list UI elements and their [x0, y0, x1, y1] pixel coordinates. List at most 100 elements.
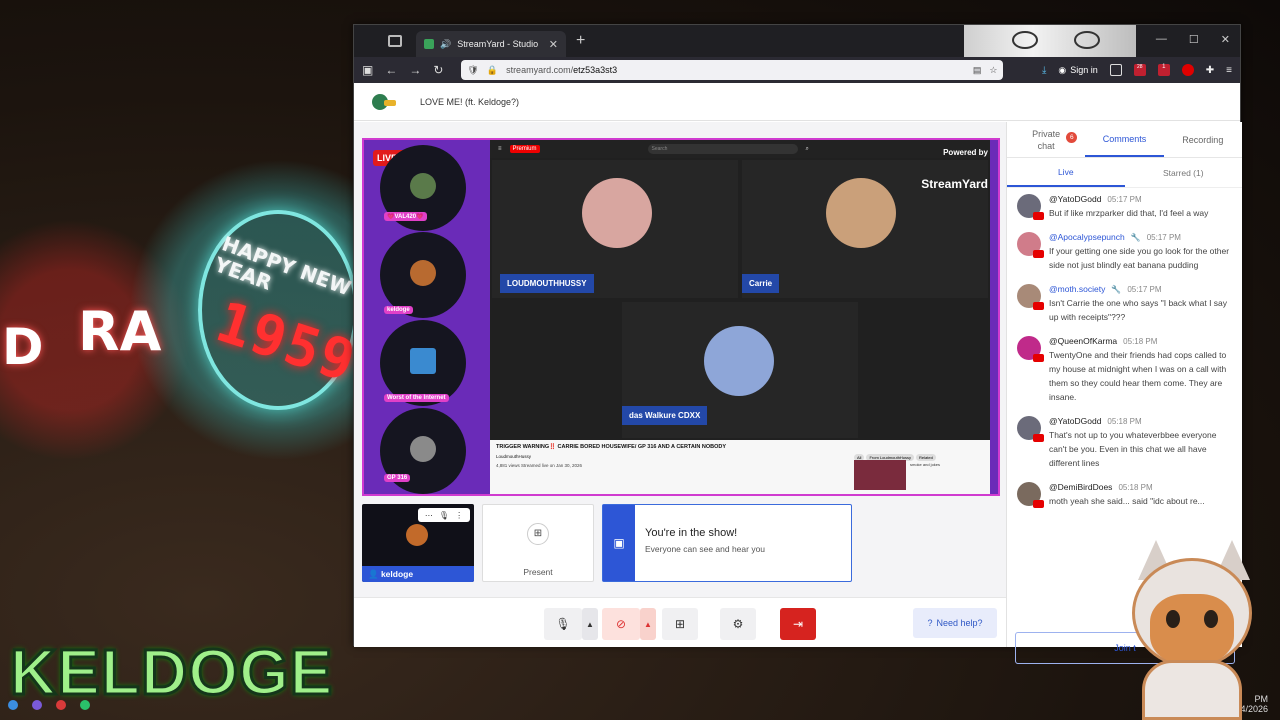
unread-badge: 6 — [1066, 132, 1078, 143]
present-button[interactable]: ⊞ Present — [482, 504, 594, 582]
camera-tile-tools: ⋯ 🎙 ⋮ — [418, 508, 470, 522]
share-screen-button[interactable]: ⊞ — [662, 608, 698, 640]
back-icon[interactable]: ← — [385, 63, 397, 77]
bookmark-star-icon[interactable]: ☆ — [989, 65, 997, 76]
extensions-puzzle-icon[interactable]: ✚ — [1206, 65, 1214, 76]
url-text[interactable]: streamyard.com/etz53a3st3 — [506, 65, 965, 75]
new-tab-icon[interactable]: + — [576, 32, 585, 50]
avatar — [410, 173, 436, 199]
url-path: etz53a3st3 — [573, 65, 618, 75]
comment-item: @DemiBirdDoes 05:18 PM moth yeah she said.… — [1017, 476, 1232, 514]
sign-in-button[interactable]: ◉ Sign in — [1058, 65, 1097, 76]
self-camera-tile[interactable]: ⋯ 🎙 ⋮ 👤 keldoge — [362, 504, 474, 582]
maximize-icon[interactable]: ☐ — [1189, 33, 1199, 46]
streamyard-logo-icon[interactable] — [370, 90, 398, 114]
camera-options-chevron-up-icon[interactable]: ▲ — [640, 608, 656, 640]
tab-recording[interactable]: Recording — [1164, 122, 1242, 157]
youtube-extension-icon[interactable] — [1181, 64, 1194, 76]
sidebar-toggle-icon[interactable]: ▣ — [362, 63, 373, 77]
comment-author[interactable]: @moth.society — [1049, 284, 1105, 294]
tab-comments[interactable]: Comments — [1085, 122, 1164, 157]
start-icon[interactable] — [8, 700, 18, 710]
comment-text: If your getting one side you go look for… — [1049, 246, 1230, 270]
forward-icon[interactable]: → — [409, 63, 421, 77]
studio-controls: 🎙 ▲ ⊘ ▲ ⊞ ⚙ ⇥ ? Need help? — [354, 597, 1006, 647]
participant-avatar — [582, 178, 652, 248]
speaker-icon[interactable]: 🔊 — [440, 39, 451, 50]
youtube-logo: Premium — [509, 145, 540, 153]
download-icon[interactable]: ⤓ — [1042, 65, 1046, 76]
tab-bar: 🔊 StreamYard - Studio ✕ + — ☐ ✕ — [354, 25, 1240, 57]
comment-author[interactable]: @YatoDGodd — [1049, 194, 1101, 204]
taskbar-app-icon[interactable] — [80, 700, 90, 710]
reload-icon[interactable]: ↻ — [433, 63, 443, 77]
participant-name-tag: LOUDMOUTHHUSSY — [500, 274, 594, 293]
side-cam-label: keldoge — [384, 306, 413, 314]
browser-tab-studio[interactable]: 🔊 StreamYard - Studio ✕ — [416, 31, 566, 57]
reader-view-icon[interactable]: ▤ — [973, 65, 982, 76]
comment-text: Isn't Carrie the one who says "I back wh… — [1049, 298, 1228, 322]
cat-body — [1142, 660, 1242, 720]
close-tab-icon[interactable]: ✕ — [549, 38, 558, 51]
extension-icon[interactable] — [1109, 64, 1122, 76]
close-window-icon[interactable]: ✕ — [1221, 33, 1230, 46]
comment-item: @Apocalypsepunch 🔧 05:17 PM If your getting… — [1017, 226, 1232, 278]
sign-in-label: Sign in — [1070, 65, 1098, 75]
tab-label: Comments — [1102, 133, 1147, 144]
commenter-avatar — [1017, 336, 1044, 362]
mic-options-chevron-up-icon[interactable]: ▲ — [582, 608, 598, 640]
on-show-notice: ▣ You're in the show! Everyone can see a… — [602, 504, 852, 582]
microphone-button[interactable]: 🎙 — [544, 608, 582, 640]
subtab-live[interactable]: Live — [1007, 158, 1125, 187]
youtube-related: All From LoudmouthHussy Related smoke and … — [854, 446, 984, 492]
comment-author[interactable]: @YatoDGodd — [1049, 416, 1101, 426]
menu-icon[interactable]: ≡ — [1226, 65, 1232, 76]
commenter-avatar — [1017, 482, 1044, 508]
trash-icon — [410, 348, 436, 374]
taskbar-app-icon[interactable] — [56, 700, 66, 710]
tab-title: StreamYard - Studio — [457, 39, 539, 49]
comment-author[interactable]: @DemiBirdDoes — [1049, 482, 1112, 492]
settings-gear-button[interactable]: ⚙ — [720, 608, 756, 640]
taskbar-app-icon[interactable] — [32, 700, 42, 710]
microphone-icon[interactable]: 🎙 — [439, 511, 449, 520]
present-screen-icon: ⊞ — [527, 523, 549, 545]
camera-off-button[interactable]: ⊘ — [602, 608, 640, 640]
participant-avatar — [826, 178, 896, 248]
need-help-button[interactable]: ? Need help? — [913, 608, 997, 638]
search-icon: ⌕ — [805, 145, 809, 152]
moderator-wrench-icon: 🔧 — [1111, 284, 1122, 294]
subtab-starred[interactable]: Starred (1) — [1125, 158, 1243, 187]
tab-private-chat[interactable]: Private chat 6 — [1007, 122, 1085, 157]
leave-studio-button[interactable]: ⇥ — [780, 608, 816, 640]
tab-list-icon[interactable] — [388, 35, 402, 47]
commenter-avatar — [1017, 416, 1044, 442]
address-bar[interactable]: 🛡 🔒 streamyard.com/etz53a3st3 ▤ ☆ — [461, 60, 1004, 80]
broadcast-title[interactable]: LOVE ME! (ft. Keldoge?) — [420, 97, 519, 107]
more-options-icon[interactable]: ⋮ — [455, 511, 463, 520]
participant-tile: LOUDMOUTHHUSSY — [492, 160, 738, 298]
comment-author[interactable]: @QueenOfKarma — [1049, 336, 1117, 346]
yt-chip: Related — [916, 454, 936, 461]
extension-badge-icon[interactable]: 1 — [1157, 64, 1170, 76]
person-card-icon: ▣ — [603, 505, 635, 581]
comment-text: moth yeah she said... said "idc about re… — [1049, 496, 1205, 506]
commenter-avatar — [1017, 284, 1044, 310]
tab-label: Private chat — [1032, 128, 1061, 151]
minimize-icon[interactable]: — — [1156, 33, 1167, 46]
extension-badge-icon[interactable]: 28 — [1133, 64, 1146, 76]
comment-time: 05:17 PM — [1127, 284, 1162, 294]
avatar — [410, 436, 436, 462]
comment-text: But if like mrzparker did that, I'd feel… — [1049, 208, 1209, 218]
drag-handle-icon[interactable]: ⋯ — [425, 511, 433, 520]
comment-author[interactable]: @Apocalypsepunch — [1049, 232, 1125, 242]
shield-icon[interactable]: 🛡 — [467, 65, 478, 76]
tab-label: Recording — [1182, 134, 1224, 145]
toolbar-right: ⤓ ◉ Sign in 28 1 ✚ ≡ — [1042, 64, 1232, 76]
neon-letter-d: D — [2, 318, 44, 376]
side-cam-label: GP 316 — [384, 474, 411, 482]
participant-tile: das Walkure CDXX — [622, 302, 858, 438]
lock-icon[interactable]: 🔒 — [487, 65, 498, 76]
youtube-topbar: ≡ Premium Search ⌕ — [490, 140, 990, 158]
comment-item: @moth.society 🔧 05:17 PM Isn't Carrie the o… — [1017, 278, 1232, 330]
